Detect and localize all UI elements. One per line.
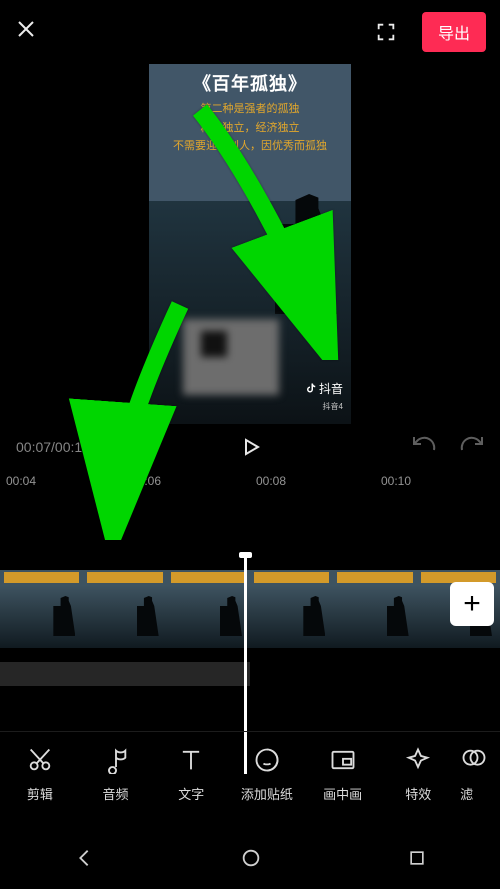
tool-fx[interactable]: 特效 bbox=[380, 746, 456, 827]
tool-text[interactable]: 文字 bbox=[153, 746, 229, 827]
tool-label: 剪辑 bbox=[27, 784, 53, 803]
ruler-mark: 00:10 bbox=[375, 474, 500, 496]
tool-label: 滤 bbox=[460, 784, 473, 803]
ruler-mark: 00:04 bbox=[0, 474, 125, 496]
tool-filter[interactable]: 滤 bbox=[456, 746, 498, 827]
timecode: 00:07/00:18 bbox=[16, 439, 90, 455]
tool-label: 添加贴纸 bbox=[241, 784, 293, 803]
preview-title: 《百年孤独》 bbox=[149, 64, 351, 96]
ruler-mark: 00:08 bbox=[250, 474, 375, 496]
ruler-mark: 00:06 bbox=[125, 474, 250, 496]
clip-thumb[interactable] bbox=[83, 570, 166, 648]
clip-thumb[interactable] bbox=[167, 570, 250, 648]
tool-audio[interactable]: 音频 bbox=[78, 746, 154, 827]
nav-recent-icon[interactable] bbox=[407, 848, 427, 873]
tool-label: 音频 bbox=[103, 784, 129, 803]
video-preview[interactable]: 《百年孤独》 第二种是强者的孤独 精神独立，经济独立 不需要迎合别人，因优秀而孤… bbox=[149, 64, 351, 424]
export-button[interactable]: 导出 bbox=[422, 12, 486, 52]
watermark: 抖音 抖音4 bbox=[305, 380, 343, 413]
timeline-track[interactable]: + bbox=[0, 514, 500, 694]
undo-button[interactable] bbox=[412, 434, 438, 460]
tool-sticker[interactable]: 添加贴纸 bbox=[229, 746, 305, 827]
tool-label: 画中画 bbox=[323, 784, 362, 803]
subtitle-lane[interactable] bbox=[0, 662, 250, 686]
close-icon[interactable] bbox=[14, 16, 38, 48]
nav-home-icon[interactable] bbox=[240, 847, 262, 874]
redo-button[interactable] bbox=[458, 434, 484, 460]
android-navbar bbox=[0, 831, 500, 889]
fullscreen-icon[interactable] bbox=[374, 20, 398, 44]
clip-thumb[interactable] bbox=[250, 570, 333, 648]
preview-subtitle: 第二种是强者的孤独 精神独立，经济独立 不需要迎合别人，因优秀而孤独 bbox=[149, 96, 351, 160]
play-button[interactable] bbox=[100, 435, 402, 459]
tool-pip[interactable]: 画中画 bbox=[305, 746, 381, 827]
tool-label: 特效 bbox=[405, 784, 431, 803]
bottom-toolbar: 剪辑 音频 文字 添加贴纸 画中画 特效 滤 bbox=[0, 731, 500, 827]
clip-thumb[interactable] bbox=[333, 570, 416, 648]
tool-cut[interactable]: 剪辑 bbox=[2, 746, 78, 827]
add-clip-button[interactable]: + bbox=[450, 582, 494, 626]
timeline-ruler[interactable]: 00:04 00:06 00:08 00:10 bbox=[0, 468, 500, 496]
tool-label: 文字 bbox=[178, 784, 204, 803]
nav-back-icon[interactable] bbox=[73, 847, 95, 874]
clip-thumb[interactable] bbox=[0, 570, 83, 648]
